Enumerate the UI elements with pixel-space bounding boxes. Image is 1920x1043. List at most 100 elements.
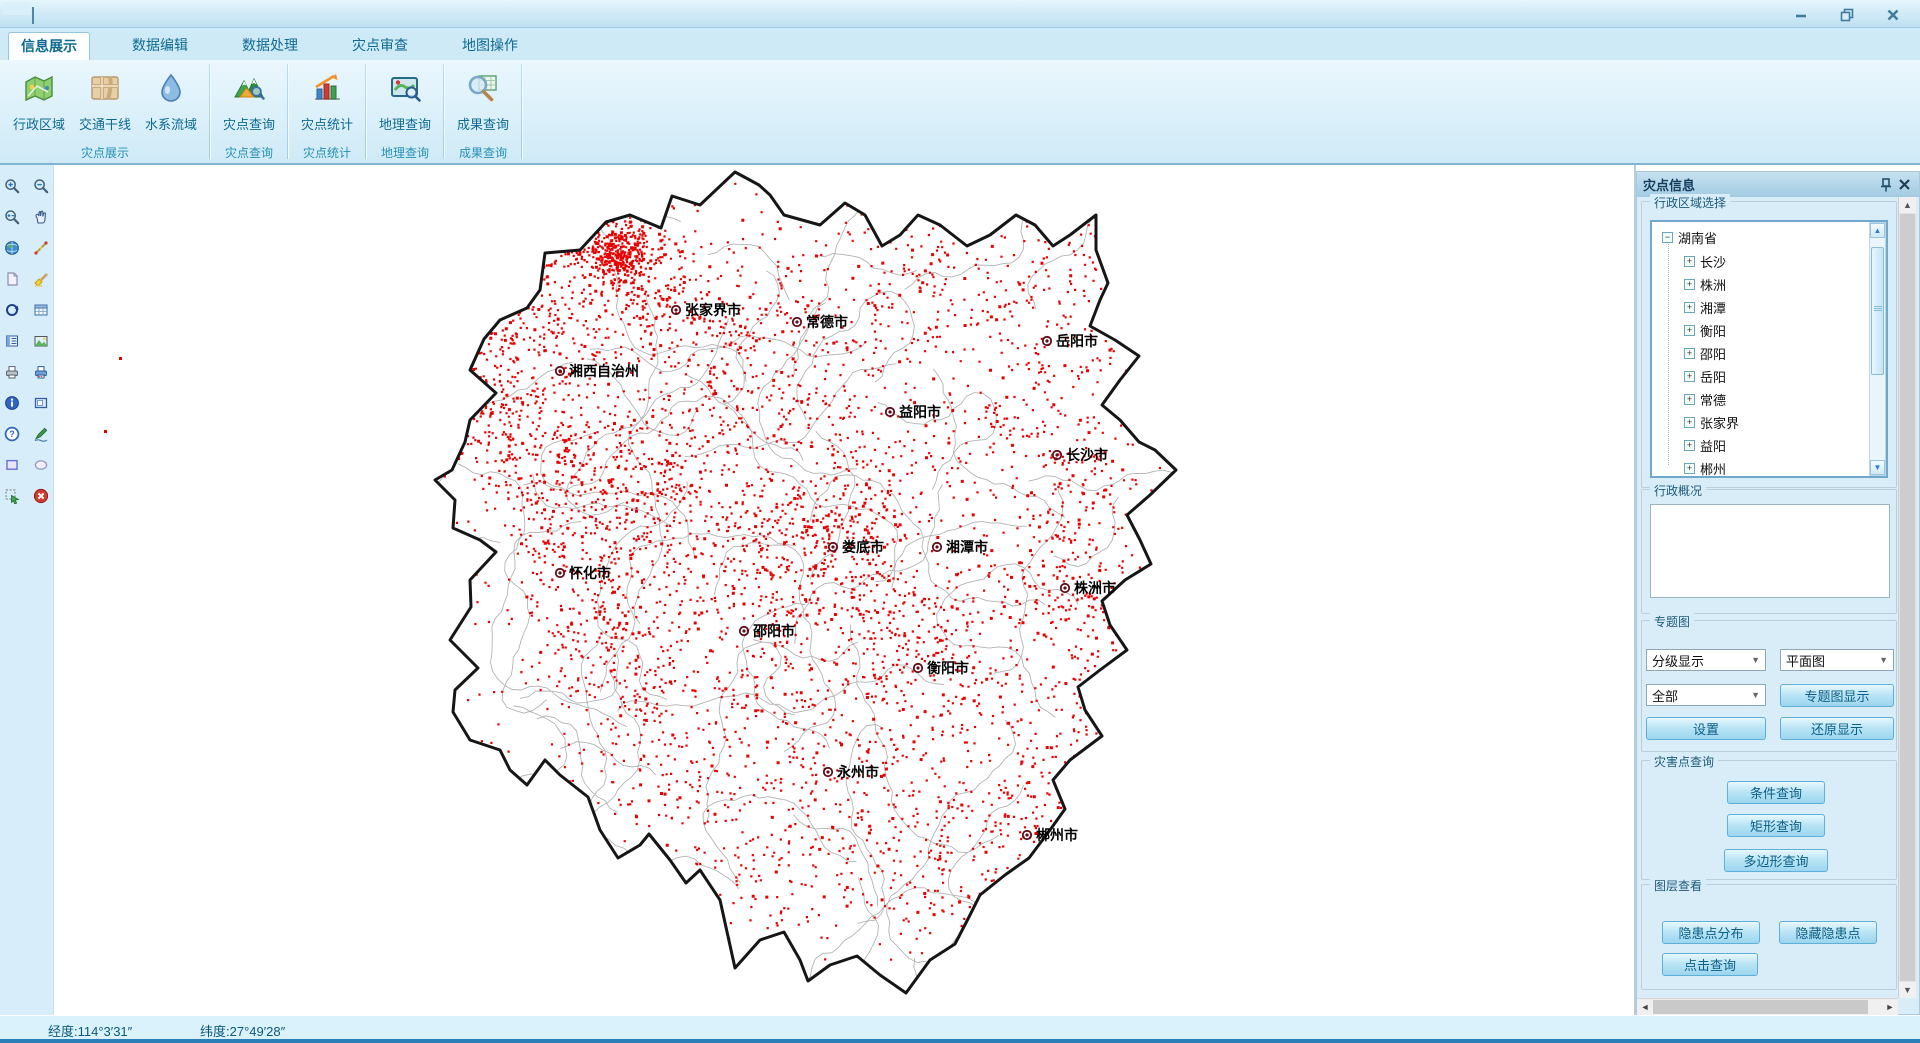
hide-hazard-button[interactable]: 隐藏隐患点 bbox=[1779, 921, 1877, 944]
tree-item-1[interactable]: +长沙 bbox=[1684, 250, 1726, 272]
map-type-select[interactable]: 平面图▼ bbox=[1780, 649, 1894, 671]
成果查询-button[interactable]: 成果查询 bbox=[450, 62, 516, 133]
panel-title: 灾点信息 bbox=[1643, 175, 1877, 194]
tree-scrollbar[interactable]: ▲ ▼ bbox=[1869, 222, 1886, 476]
clear-page-tool[interactable] bbox=[1, 268, 23, 290]
ellipse-select-tool[interactable] bbox=[30, 454, 52, 476]
expand-icon[interactable]: + bbox=[1684, 302, 1695, 313]
cancel-clear-tool[interactable] bbox=[30, 485, 52, 507]
tree-item-6[interactable]: +岳阳 bbox=[1684, 365, 1726, 387]
close-button[interactable] bbox=[1878, 6, 1908, 24]
print-color-tool[interactable] bbox=[30, 361, 52, 383]
svg-text:长沙市: 长沙市 bbox=[1066, 447, 1108, 463]
expand-icon[interactable]: + bbox=[1684, 463, 1695, 474]
zoom-window-tool[interactable] bbox=[1, 206, 23, 228]
expand-icon[interactable]: + bbox=[1684, 256, 1695, 267]
scroll-down-arrow[interactable]: ▼ bbox=[1899, 982, 1916, 998]
pan-hand-tool[interactable] bbox=[30, 206, 52, 228]
attribute-table-tool[interactable] bbox=[30, 299, 52, 321]
overview-window-tool[interactable] bbox=[30, 392, 52, 414]
rectangle-query-button[interactable]: 矩形查询 bbox=[1727, 814, 1825, 837]
pin-button[interactable] bbox=[1877, 176, 1895, 194]
export-image-tool[interactable] bbox=[30, 330, 52, 352]
tree-item-10[interactable]: +郴州 bbox=[1684, 457, 1726, 478]
tab-5[interactable]: 地图操作 bbox=[450, 32, 530, 60]
grade-display-value: 分级显示 bbox=[1652, 651, 1704, 670]
水系流域-button[interactable]: 水系流域 bbox=[138, 62, 204, 133]
scroll-left-arrow[interactable]: ◄ bbox=[1637, 999, 1653, 1015]
zoom-in-tool[interactable] bbox=[1, 175, 23, 197]
full-extent-globe-tool[interactable] bbox=[1, 237, 23, 259]
hunan-province-map[interactable]: 张家界市常德市岳阳市湘西自治州益阳市长沙市娄底市湘潭市怀化市株洲市邵阳市衡阳市永… bbox=[0, 165, 1634, 1015]
settings-button[interactable]: 设置 bbox=[1646, 717, 1766, 740]
disaster-info-panel: 灾点信息 行政区域选择 bbox=[1636, 171, 1920, 1015]
print-tool[interactable] bbox=[1, 361, 23, 383]
panel-hscrollbar-thumb[interactable] bbox=[1653, 1000, 1868, 1014]
rectangle-select-tool[interactable] bbox=[1, 454, 23, 476]
condition-query-button[interactable]: 条件查询 bbox=[1727, 781, 1825, 804]
tree-item-5[interactable]: +邵阳 bbox=[1684, 342, 1726, 364]
region-tree[interactable]: −湖南省+长沙+株洲+湘潭+衡阳+邵阳+岳阳+常德+张家界+益阳+郴州 ▲ ▼ bbox=[1650, 220, 1888, 478]
refresh-tool[interactable] bbox=[1, 299, 23, 321]
quick-access-toolbar[interactable] bbox=[3, 2, 31, 15]
repaint-brush-tool[interactable] bbox=[30, 268, 52, 290]
measure-tool[interactable] bbox=[30, 237, 52, 259]
tab-1[interactable]: 信息展示 bbox=[8, 32, 90, 60]
行政区域-button[interactable]: 行政区域 bbox=[6, 62, 72, 133]
help-tool[interactable]: ? bbox=[1, 423, 23, 445]
identify-info-tool[interactable] bbox=[1, 392, 23, 414]
地理查询-button[interactable]: 地理查询 bbox=[372, 62, 438, 133]
panel-vscrollbar-thumb[interactable] bbox=[1900, 214, 1915, 981]
hazard-distribution-button[interactable]: 隐患点分布 bbox=[1662, 921, 1760, 944]
restore-display-button[interactable]: 还原显示 bbox=[1780, 717, 1894, 740]
sketch-pen-tool[interactable] bbox=[30, 423, 52, 445]
expand-icon[interactable]: + bbox=[1684, 325, 1695, 336]
tree-item-4[interactable]: +衡阳 bbox=[1684, 319, 1726, 341]
tree-item-hunan-province[interactable]: −湖南省 bbox=[1662, 226, 1717, 248]
grade-display-select[interactable]: 分级显示▼ bbox=[1646, 649, 1766, 671]
thematic-legend: 专题图 bbox=[1650, 613, 1694, 630]
tree-item-2[interactable]: +株洲 bbox=[1684, 273, 1726, 295]
layout-view-tool[interactable] bbox=[1, 330, 23, 352]
tab-2[interactable]: 数据编辑 bbox=[120, 32, 200, 60]
tree-connector bbox=[1668, 240, 1669, 465]
panel-close-button[interactable] bbox=[1895, 176, 1913, 194]
panel-horizontal-scrollbar[interactable]: ◄ ► bbox=[1637, 998, 1898, 1015]
collapse-icon[interactable]: − bbox=[1662, 232, 1673, 243]
灾点统计-button[interactable]: 灾点统计 bbox=[294, 62, 360, 133]
tree-item-7[interactable]: +常德 bbox=[1684, 388, 1726, 410]
panel-close-icon bbox=[1899, 179, 1910, 190]
tree-scrollbar-thumb[interactable] bbox=[1871, 247, 1884, 375]
zoom-out-icon bbox=[33, 178, 49, 194]
tree-item-8[interactable]: +张家界 bbox=[1684, 411, 1739, 433]
scroll-up-arrow[interactable]: ▲ bbox=[1899, 197, 1916, 213]
minimize-button[interactable] bbox=[1786, 6, 1816, 24]
scroll-down-arrow[interactable]: ▼ bbox=[1870, 460, 1885, 475]
expand-icon[interactable]: + bbox=[1684, 279, 1695, 290]
scroll-up-arrow[interactable]: ▲ bbox=[1870, 223, 1885, 238]
tree-item-3[interactable]: +湘潭 bbox=[1684, 296, 1726, 318]
restore-button[interactable] bbox=[1832, 6, 1862, 24]
tree-item-9[interactable]: +益阳 bbox=[1684, 434, 1726, 456]
tab-4[interactable]: 灾点审查 bbox=[340, 32, 420, 60]
panel-vertical-scrollbar[interactable]: ▲ ▼ bbox=[1898, 197, 1916, 998]
expand-icon[interactable]: + bbox=[1684, 417, 1695, 428]
click-query-button[interactable]: 点击查询 bbox=[1662, 953, 1758, 976]
expand-icon[interactable]: + bbox=[1684, 371, 1695, 382]
overview-textarea[interactable] bbox=[1650, 504, 1890, 598]
expand-icon[interactable]: + bbox=[1684, 348, 1695, 359]
zoom-out-tool[interactable] bbox=[30, 175, 52, 197]
polygon-query-button[interactable]: 多边形查询 bbox=[1724, 849, 1828, 872]
svg-text:永州市: 永州市 bbox=[836, 764, 879, 780]
tab-3[interactable]: 数据处理 bbox=[230, 32, 310, 60]
show-thematic-button[interactable]: 专题图显示 bbox=[1780, 684, 1894, 707]
expand-icon[interactable]: + bbox=[1684, 440, 1695, 451]
select-features-tool[interactable] bbox=[1, 485, 23, 507]
灾点查询-button[interactable]: 灾点查询 bbox=[216, 62, 282, 133]
map-canvas[interactable]: 张家界市常德市岳阳市湘西自治州益阳市长沙市娄底市湘潭市怀化市株洲市邵阳市衡阳市永… bbox=[0, 165, 1634, 1015]
交通干线-button[interactable]: 交通干线 bbox=[72, 62, 138, 133]
expand-icon[interactable]: + bbox=[1684, 394, 1695, 405]
refresh-icon bbox=[4, 302, 20, 318]
scroll-right-arrow[interactable]: ► bbox=[1882, 999, 1898, 1015]
scope-select[interactable]: 全部▼ bbox=[1646, 684, 1766, 706]
